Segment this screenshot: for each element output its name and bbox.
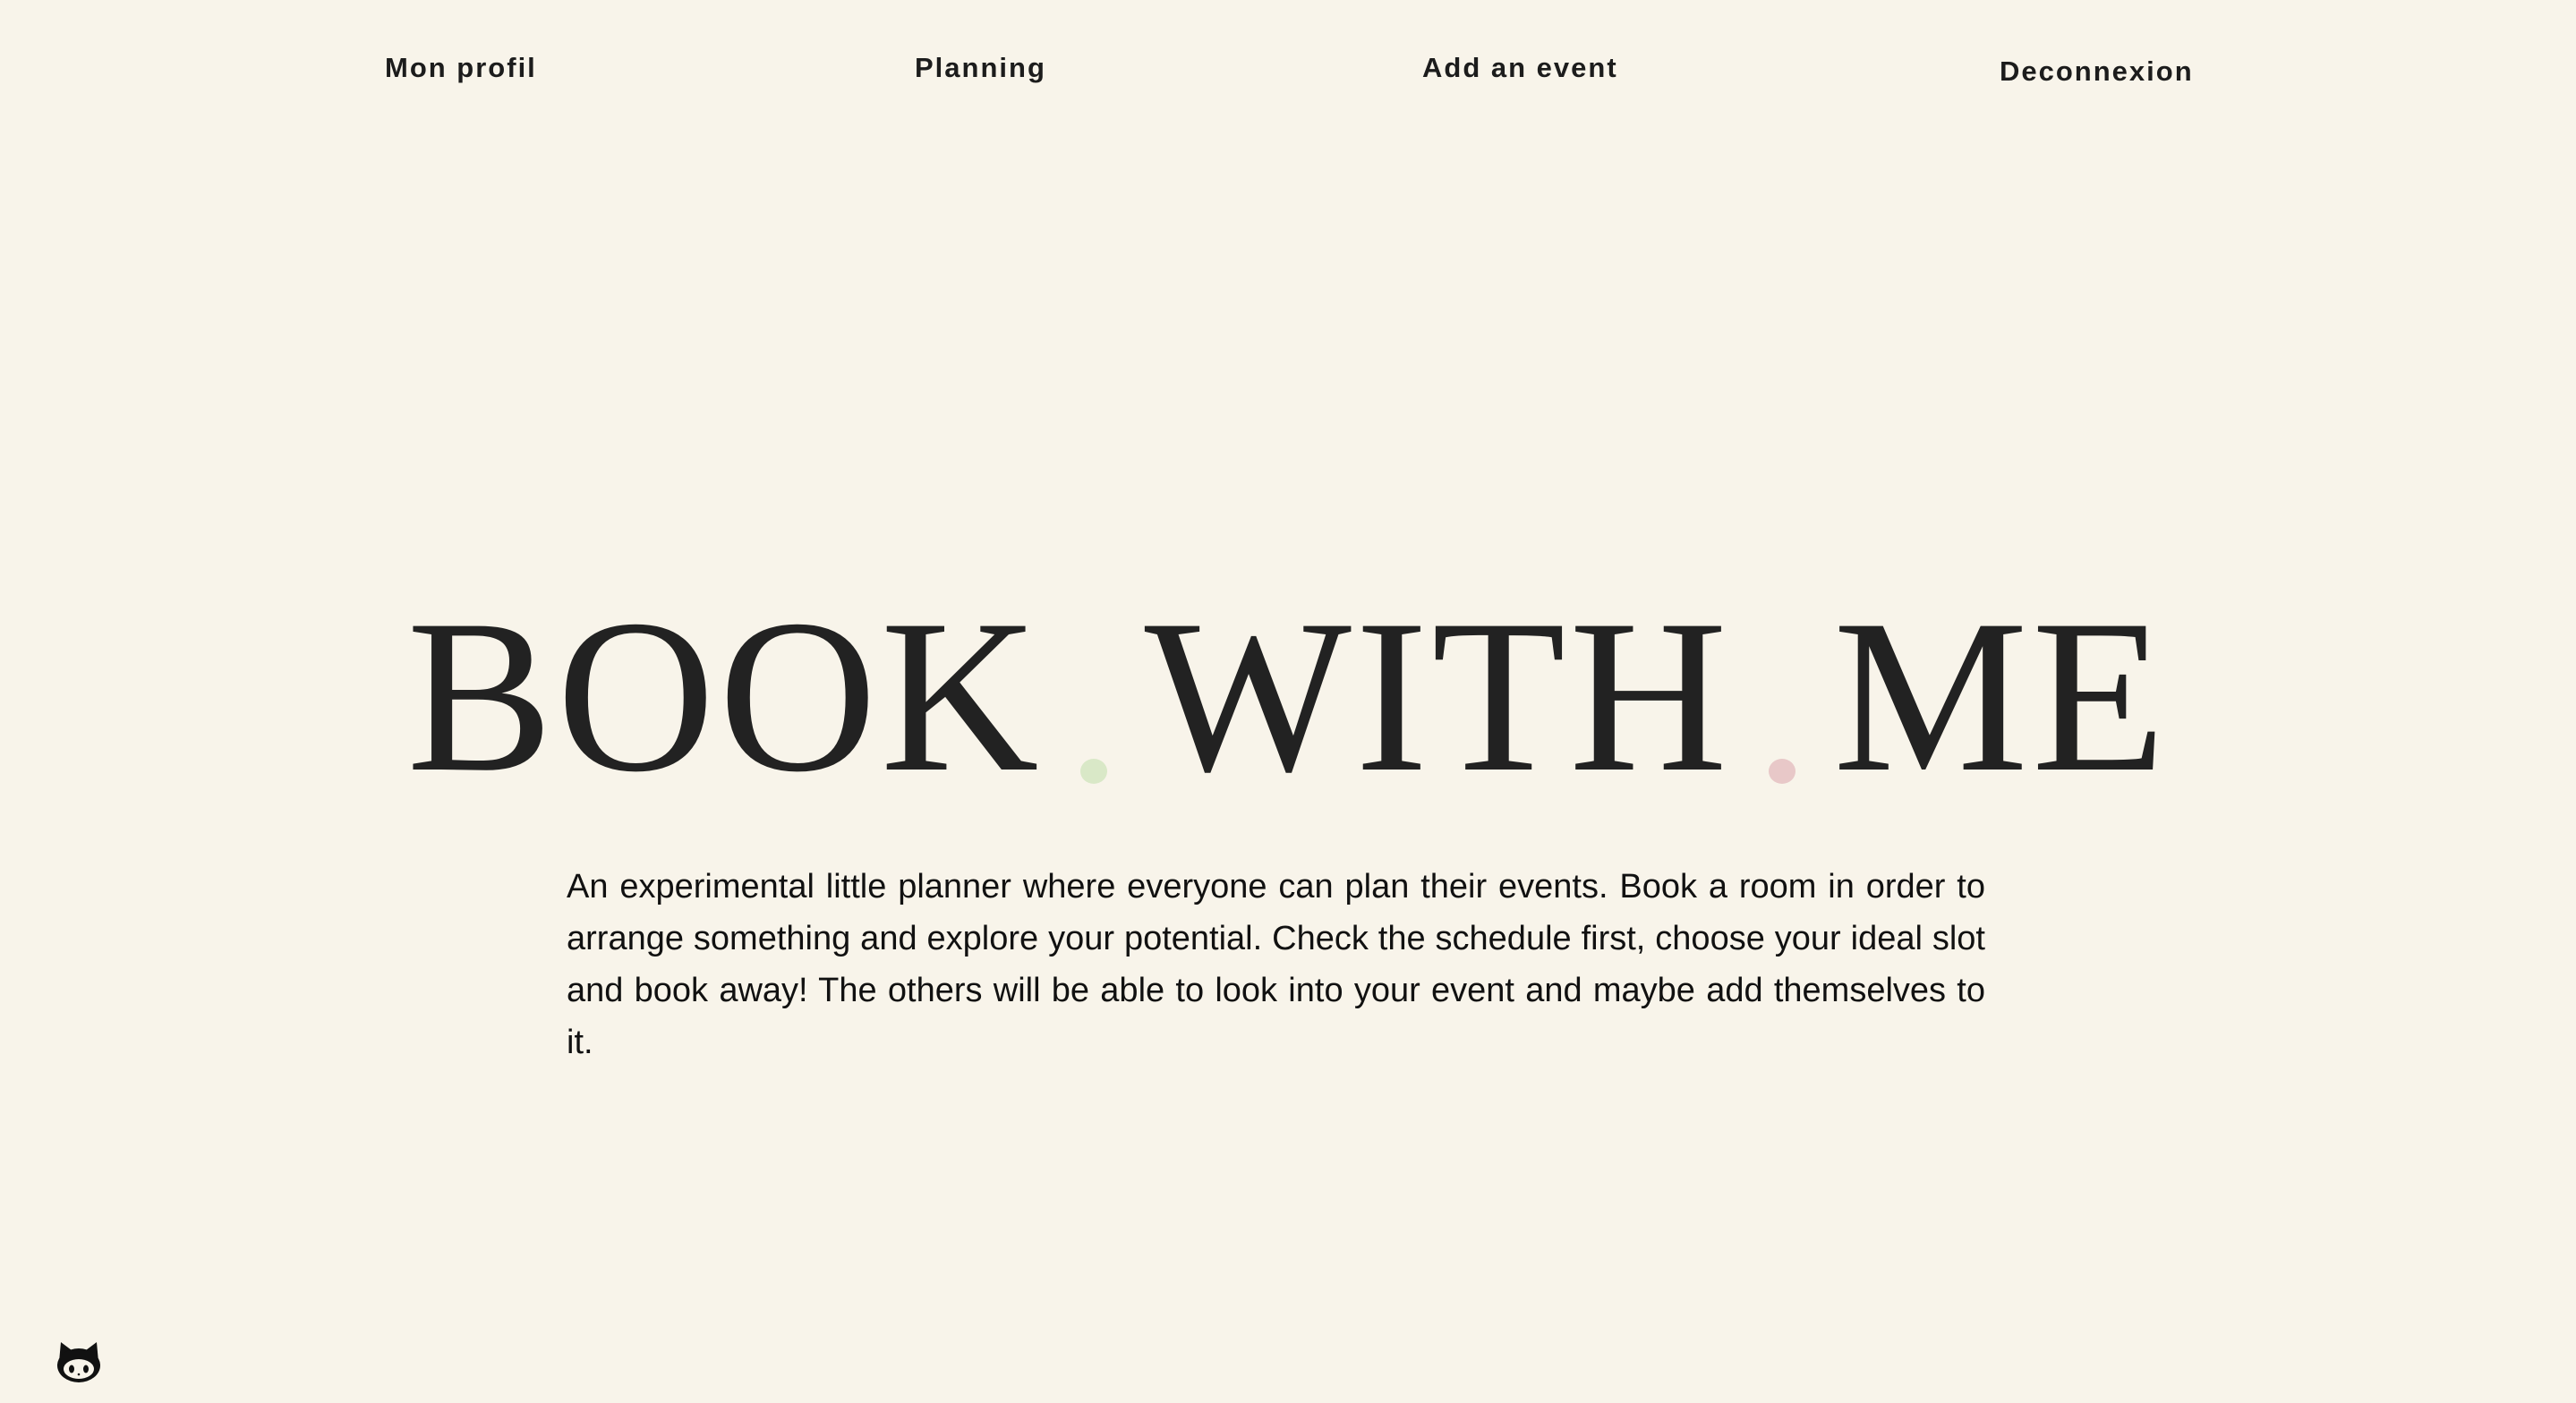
nav-link-profil[interactable]: Mon profil: [385, 52, 537, 84]
intro-description: An experimental little planner where eve…: [567, 868, 1985, 1061]
top-navigation: Mon profil Planning Add an event Deconne…: [0, 0, 2576, 143]
nav-link-logout[interactable]: Deconnexion: [2000, 55, 2194, 88]
hero-dot-pink: [1769, 759, 1796, 784]
hero-word-book: BOOK: [406, 574, 1043, 817]
github-icon-graphic: [57, 1342, 100, 1382]
hero-word-me: ME: [1833, 574, 2170, 817]
hero-title: BOOK WITH ME: [0, 537, 2576, 805]
hero-dot-green: [1079, 759, 1107, 784]
hero-word-with: WITH: [1144, 574, 1732, 817]
nav-link-add-event[interactable]: Add an event: [1422, 52, 1618, 84]
github-icon[interactable]: [52, 1335, 106, 1389]
nav-link-planning[interactable]: Planning: [915, 52, 1046, 84]
